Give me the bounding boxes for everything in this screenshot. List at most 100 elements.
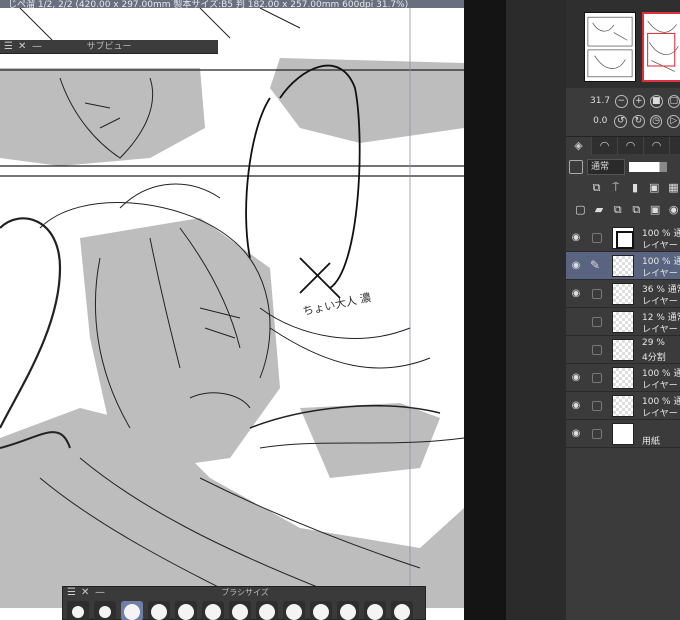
layer-thumbnail [612, 367, 634, 389]
reference-icon[interactable]: ⍑ [609, 181, 622, 195]
sketch-artwork [0, 8, 464, 620]
brush-size-swatches [67, 601, 423, 620]
layer-thumbnail [612, 311, 634, 333]
eye-icon[interactable]: ◉ [570, 260, 582, 272]
flip-horizontal-icon[interactable]: ▷ [667, 114, 680, 128]
eye-icon[interactable]: ◉ [570, 232, 582, 244]
layer-thumbnail [612, 395, 634, 417]
layer-lock-checkbox[interactable] [592, 401, 602, 411]
lock-icon[interactable]: ▮ [628, 181, 641, 195]
tab-layer-search[interactable]: ◠ [618, 137, 644, 155]
brush-size-swatch[interactable] [364, 601, 386, 620]
duplicate-layer-icon[interactable]: ⧉ [611, 203, 624, 217]
pen-icon: ✎ [590, 258, 601, 272]
layer-lock-checkbox[interactable] [592, 289, 602, 299]
brush-size-swatch[interactable] [67, 601, 89, 620]
layer-name: レイヤー [642, 269, 678, 279]
eye-icon[interactable]: ◉ [570, 428, 582, 440]
layer-toolbar-1: ⧉ ⍑ ▮ ▣ ▦ [566, 178, 680, 198]
brush-size-swatch[interactable] [202, 601, 224, 620]
brush-size-swatch[interactable] [337, 601, 359, 620]
layer-toolbar-2: ▢ ▰ ⧉ ⧉ ▣ ◉ [566, 200, 680, 220]
brush-size-swatch[interactable] [283, 601, 305, 620]
layer-color-icon[interactable] [569, 160, 583, 174]
brush-size-swatch[interactable] [148, 601, 170, 620]
layer-row[interactable]: ◉100 % 通常レイヤー [566, 364, 680, 392]
brush-size-title: ブラシサイズ [221, 588, 269, 597]
new-raster-layer-icon[interactable]: ▢ [574, 203, 587, 217]
eye-hidden-icon[interactable] [570, 344, 582, 356]
mask-icon[interactable]: ▦ [667, 181, 680, 195]
canvas-background [464, 0, 506, 620]
blend-mode-select[interactable]: 通常 [587, 159, 625, 175]
layer-name: レイヤー [642, 241, 678, 251]
layer-thumbnail [612, 283, 634, 305]
layer-lock-checkbox[interactable] [592, 373, 602, 383]
rotate-right-icon[interactable]: ↻ [632, 114, 645, 128]
layer-name: 4分割 [642, 353, 666, 363]
brush-size-swatch[interactable] [256, 601, 278, 620]
merge-down-icon[interactable]: ⧉ [630, 203, 643, 217]
subview-panel-header[interactable]: ☰ ✕ — サブビュー [0, 40, 218, 54]
tab-layer[interactable]: ◈ [566, 137, 592, 155]
layer-lock-checkbox[interactable] [592, 429, 602, 439]
layer-thumbnail [612, 227, 634, 249]
actual-size-icon[interactable]: ▢ [667, 94, 680, 108]
brush-size-swatch[interactable] [121, 601, 143, 620]
blend-controls: 通常 [566, 156, 680, 178]
layer-row[interactable]: ◉36 % 通常レイヤー [566, 280, 680, 308]
navigator-thumbnail-page-2[interactable] [642, 12, 680, 82]
canvas-area[interactable]: じぺ溜 1/2, 2/2 (420.00 x 297.00mm 製本サイズ:B5… [0, 0, 506, 620]
clip-icon[interactable]: ⧉ [590, 181, 603, 195]
reset-rotation-icon[interactable]: ◷ [649, 114, 663, 128]
zoom-in-icon[interactable]: + [632, 94, 645, 108]
zoom-controls: 31.7 − + ■ ▢ [566, 90, 680, 112]
brush-size-swatch[interactable] [391, 601, 413, 620]
eye-icon[interactable]: ◉ [570, 288, 582, 300]
layer-mask-icon[interactable]: ▣ [649, 203, 662, 217]
layer-opacity-mode: 29 % [642, 338, 665, 348]
brush-size-swatch[interactable] [94, 601, 116, 620]
rotate-left-icon[interactable]: ↺ [614, 114, 628, 128]
layer-lock-checkbox[interactable] [592, 345, 602, 355]
layer-thumbnail [612, 255, 634, 277]
layer-thumbnail [612, 339, 634, 361]
brush-size-swatch[interactable] [229, 601, 251, 620]
layer-name: レイヤー [642, 381, 678, 391]
window-title-bar: じぺ溜 1/2, 2/2 (420.00 x 297.00mm 製本サイズ:B5… [0, 0, 506, 8]
layer-row[interactable]: ◉100 % 通常レイヤー [566, 392, 680, 420]
navigator-thumbnail-page-1[interactable] [584, 12, 636, 82]
window-title: じぺ溜 1/2, 2/2 (420.00 x 297.00mm 製本サイズ:B5… [8, 0, 409, 8]
layer-name: レイヤー [642, 325, 678, 335]
tab-extra[interactable]: ◠ [644, 137, 670, 155]
eye-icon[interactable]: ◉ [570, 400, 582, 412]
layer-name: 用紙 [642, 437, 661, 447]
drawing-paper[interactable]: ちょい大人 濃 [0, 8, 464, 620]
layer-lock-checkbox[interactable] [592, 233, 602, 243]
navigator-panel[interactable] [566, 0, 680, 88]
eye-icon[interactable]: ◉ [570, 372, 582, 384]
tab-layer-property[interactable]: ◠ [592, 137, 618, 155]
layer-row[interactable]: ◉✎100 % 通常レイヤー [566, 252, 680, 280]
rotation-controls: 0.0 ↺ ↻ ◷ ▷ [566, 110, 680, 132]
zoom-value: 31.7 [590, 96, 611, 106]
new-folder-icon[interactable]: ▰ [593, 203, 606, 217]
right-panel: 31.7 − + ■ ▢ 0.0 ↺ ↻ ◷ ▷ ◈ ◠ ◠ ◠ 通常 ⧉ ⍑ … [566, 0, 680, 620]
apply-mask-icon[interactable]: ◉ [667, 203, 680, 217]
layer-row[interactable]: 29 % 4分割 [566, 336, 680, 364]
eye-hidden-icon[interactable] [570, 316, 582, 328]
zoom-out-icon[interactable]: − [615, 94, 628, 108]
layer-row[interactable]: 12 % 通常レイヤー [566, 308, 680, 336]
brush-size-panel: ☰ ✕ — ブラシサイズ [62, 586, 426, 620]
layer-panel-tabs: ◈ ◠ ◠ ◠ [566, 136, 680, 155]
layer-row[interactable]: ◉100 % 通常レイヤー [566, 224, 680, 252]
layer-thumbnail [612, 423, 634, 445]
layer-row[interactable]: ◉ 用紙 [566, 420, 680, 448]
brush-size-swatch[interactable] [175, 601, 197, 620]
brush-size-swatch[interactable] [310, 601, 332, 620]
layer-name: レイヤー [642, 409, 678, 419]
layer-lock-checkbox[interactable] [592, 317, 602, 327]
lock-transparency-icon[interactable]: ▣ [648, 181, 661, 195]
opacity-slider[interactable] [629, 162, 667, 172]
fit-screen-icon[interactable]: ■ [650, 94, 663, 108]
